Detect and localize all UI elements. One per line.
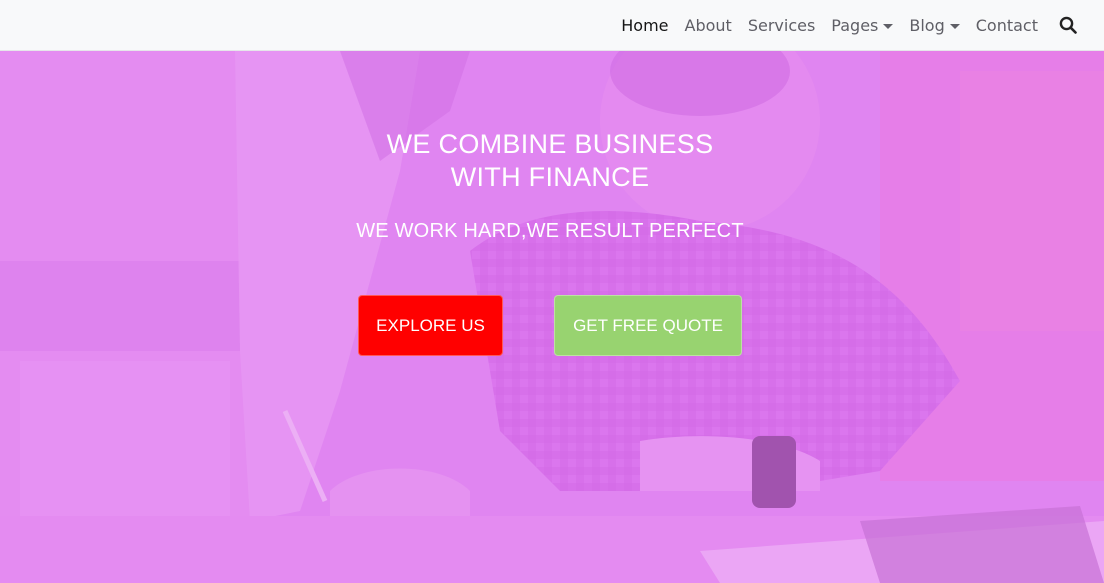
nav-item-label: Services: [747, 15, 816, 35]
get-free-quote-label: GET FREE QUOTE: [573, 315, 723, 335]
nav-item-home[interactable]: Home: [613, 0, 676, 51]
top-navbar: Home About Services Pages Blog Contact: [0, 0, 1104, 51]
nav-menu: Home About Services Pages Blog Contact: [613, 0, 1046, 51]
explore-us-label: EXPLORE US: [376, 315, 485, 335]
hero-title: WE COMBINE BUSINESS WITH FINANCE: [300, 128, 800, 194]
nav-item-contact[interactable]: Contact: [968, 0, 1046, 51]
search-icon: [1059, 16, 1077, 34]
caret-down-icon: [949, 23, 960, 29]
caret-down-icon: [883, 23, 894, 29]
nav-item-label: Blog: [909, 15, 945, 35]
hero-title-line1: WE COMBINE BUSINESS: [386, 129, 714, 159]
get-free-quote-button[interactable]: GET FREE QUOTE: [554, 295, 742, 356]
hero-subtitle: WE WORK HARD,WE RESULT PERFECT: [356, 220, 744, 242]
nav-item-label: About: [684, 15, 732, 35]
search-button[interactable]: [1056, 13, 1080, 37]
nav-item-pages[interactable]: Pages: [823, 0, 901, 51]
hero-section: WE COMBINE BUSINESS WITH FINANCE WE WORK…: [0, 51, 1104, 583]
nav-item-about[interactable]: About: [677, 0, 740, 51]
nav-item-services[interactable]: Services: [740, 0, 823, 51]
nav-item-blog[interactable]: Blog: [901, 0, 967, 51]
nav-item-label: Contact: [975, 15, 1038, 35]
hero-content: WE COMBINE BUSINESS WITH FINANCE WE WORK…: [0, 51, 1104, 583]
explore-us-button[interactable]: EXPLORE US: [358, 295, 503, 356]
nav-item-label: Pages: [831, 15, 879, 35]
nav-item-label: Home: [621, 15, 669, 35]
hero-title-line2: WITH FINANCE: [450, 162, 650, 192]
